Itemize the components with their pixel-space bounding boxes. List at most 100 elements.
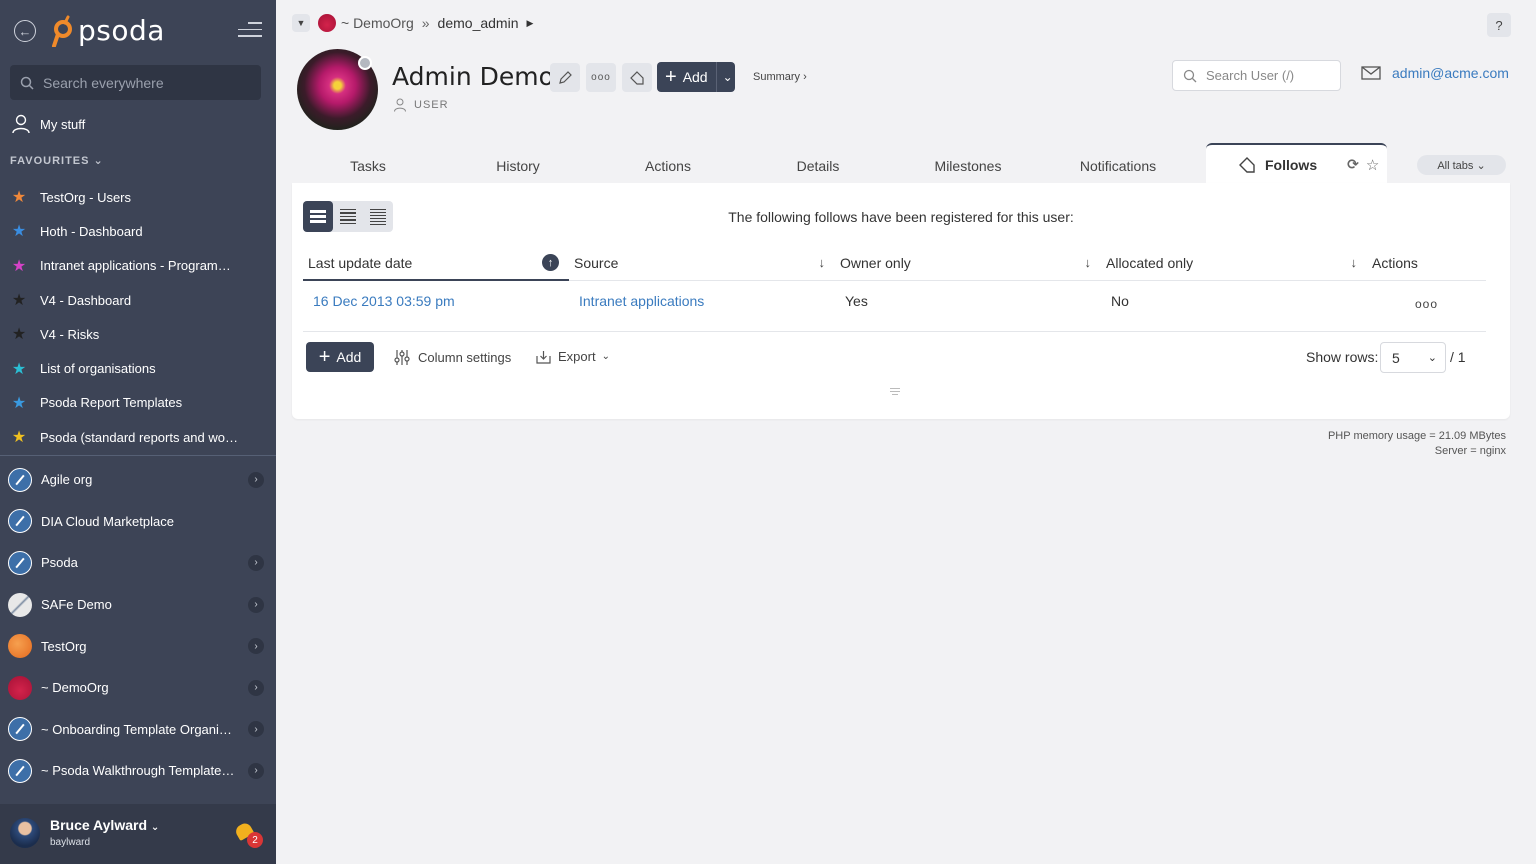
chevron-right-icon[interactable]: ›	[248, 679, 264, 696]
help-button[interactable]: ?	[1487, 13, 1511, 37]
sort-arrow-icon[interactable]: ↓	[1085, 255, 1092, 270]
favourite-item-label: V4 - Risks	[40, 326, 100, 342]
favourite-item-label: TestOrg - Users	[40, 189, 132, 205]
sidebar-header: ← psoda	[0, 0, 276, 62]
chevron-right-icon[interactable]: ›	[248, 638, 264, 655]
resize-handle[interactable]	[890, 388, 900, 397]
collapse-menu-icon[interactable]	[238, 22, 262, 38]
export-button[interactable]: Export ⌄	[536, 349, 610, 364]
psoda-logo[interactable]: psoda	[50, 14, 165, 47]
search-user-placeholder: Search User (/)	[1206, 68, 1295, 83]
tab-notifications[interactable]: Notifications	[1043, 145, 1193, 183]
breadcrumb-dropdown-button[interactable]: ▼	[292, 14, 310, 32]
chevron-right-icon[interactable]: ›	[248, 554, 264, 571]
favourite-item[interactable]: ★ Psoda Report Templates	[10, 386, 270, 420]
column-header-source[interactable]: Source ↓	[569, 245, 835, 280]
org-logo-icon	[8, 675, 32, 700]
star-icon[interactable]: ☆	[1366, 156, 1379, 174]
caret-right-icon[interactable]: ▶	[526, 18, 533, 29]
button-divider	[715, 62, 717, 92]
org-pen-icon	[8, 758, 32, 783]
sidebar-org-item[interactable]: Psoda ›	[8, 542, 270, 584]
tab-history[interactable]: History	[443, 145, 593, 183]
tab-milestones[interactable]: Milestones	[893, 145, 1043, 183]
more-options-button[interactable]: ooo	[586, 63, 616, 92]
my-stuff-link[interactable]: My stuff	[12, 114, 85, 134]
favourite-item[interactable]: ★ Hoth - Dashboard	[10, 214, 270, 248]
table-header: Last update date ↑ Source ↓ Owner only ↓ Al…	[303, 245, 1486, 281]
favourite-item-label: V4 - Dashboard	[40, 292, 132, 308]
tab-details[interactable]: Details	[743, 145, 893, 183]
follows-panel: The following follows have been register…	[292, 183, 1510, 419]
my-stuff-label: My stuff	[40, 116, 86, 132]
favourite-item-label: List of organisations	[40, 361, 156, 377]
column-header-allocated-only[interactable]: Allocated only ↓	[1101, 245, 1367, 280]
chevron-right-icon[interactable]: ›	[248, 762, 264, 779]
follows-table: Last update date ↑ Source ↓ Owner only ↓ Al…	[303, 245, 1486, 332]
tab-tasks[interactable]: Tasks	[293, 145, 443, 183]
sidebar-org-item[interactable]: Agile org ›	[8, 459, 270, 501]
tab-bar: Tasks History Actions Details Milestones Noti…	[293, 145, 1193, 183]
tab-follows-label: Follows	[1265, 156, 1318, 173]
summary-link[interactable]: Summary ›	[753, 71, 807, 83]
sidebar-divider	[0, 455, 276, 456]
favourite-item[interactable]: ★ TestOrg - Users	[10, 180, 270, 214]
envelope-icon	[1361, 66, 1381, 80]
favourites-list: ★ TestOrg - Users ★ Hoth - Dashboard ★ Intran…	[10, 180, 270, 454]
page-title: Admin Demo	[392, 62, 554, 91]
favourite-item[interactable]: ★ Psoda (standard reports and work...	[10, 420, 270, 454]
notifications-button[interactable]: 2	[233, 820, 263, 848]
sidebar-org-item[interactable]: DIA Cloud Marketplace	[8, 501, 270, 543]
favourite-item[interactable]: ★ Intranet applications - Programme...	[10, 249, 270, 283]
favourites-heading[interactable]: FAVOURITES ⌄	[10, 154, 104, 167]
tag-icon	[630, 70, 644, 85]
add-dropdown-button[interactable]: + Add ⌄	[657, 62, 735, 92]
column-header-last-update-date[interactable]: Last update date ↑	[303, 245, 569, 281]
row-actions-icon[interactable]: ooo	[1367, 281, 1486, 331]
favourite-item[interactable]: ★ V4 - Dashboard	[10, 283, 270, 317]
back-icon[interactable]: ←	[14, 20, 36, 42]
all-tabs-button[interactable]: All tabs ⌄	[1417, 155, 1506, 175]
breadcrumb-separator: »	[421, 15, 430, 31]
sidebar-org-label: ~ Onboarding Template Organisa...	[41, 721, 236, 737]
favourite-item[interactable]: ★ V4 - Risks	[10, 317, 270, 351]
chevron-right-icon[interactable]: ›	[248, 596, 264, 613]
current-user-name[interactable]: Bruce Aylward ⌄	[50, 817, 159, 833]
sort-ascending-icon[interactable]: ↑	[542, 254, 559, 271]
breadcrumb-org-link[interactable]: ~ DemoOrg	[341, 15, 414, 31]
sidebar-org-item[interactable]: SAFe Demo ›	[8, 584, 270, 626]
cell-source-link[interactable]: Intranet applications	[569, 281, 835, 331]
org-logo-icon	[8, 634, 32, 659]
server-info: PHP memory usage = 21.09 MBytes Server =…	[1328, 429, 1506, 459]
sidebar-org-label: Psoda	[41, 555, 78, 571]
follow-button[interactable]	[622, 63, 652, 92]
sort-arrow-icon[interactable]: ↓	[1351, 255, 1358, 270]
chevron-right-icon[interactable]: ›	[248, 721, 264, 738]
email-link[interactable]: admin@acme.com	[1361, 65, 1509, 81]
sidebar-org-label: TestOrg	[41, 638, 87, 654]
refresh-icon[interactable]: ⟳	[1347, 156, 1359, 173]
chevron-right-icon[interactable]: ›	[248, 471, 264, 488]
user-menu[interactable]: Bruce Aylward ⌄ baylward 2	[0, 804, 276, 864]
sidebar-org-item[interactable]: TestOrg ›	[8, 625, 270, 667]
add-follow-button[interactable]: + Add	[306, 342, 374, 372]
cell-date-link[interactable]: 16 Dec 2013 03:59 pm	[303, 281, 569, 331]
avatar	[10, 818, 40, 848]
sidebar-org-item[interactable]: ~ DemoOrg ›	[8, 667, 270, 709]
plus-icon: +	[665, 66, 677, 88]
search-user-input[interactable]: Search User (/)	[1172, 60, 1341, 91]
tab-follows[interactable]: Follows ⟳ ☆	[1206, 143, 1387, 184]
favourite-item[interactable]: ★ List of organisations	[10, 351, 270, 385]
search-everywhere-input[interactable]: Search everywhere	[10, 65, 261, 100]
sidebar-org-item[interactable]: ~ Onboarding Template Organisa... ›	[8, 709, 270, 751]
edit-button[interactable]	[550, 63, 580, 92]
page-scrollbar[interactable]	[1526, 0, 1536, 864]
column-settings-button[interactable]: Column settings	[394, 349, 511, 366]
sort-arrow-icon[interactable]: ↓	[819, 255, 826, 270]
cell-allocated-only: No	[1111, 293, 1129, 309]
sidebar: ← psoda Search everywhere My stuff FAVOU…	[0, 0, 276, 864]
sidebar-org-item[interactable]: ~ Psoda Walkthrough Template P... ›	[8, 750, 270, 792]
rows-per-page-select[interactable]: 5 ⌄	[1380, 342, 1446, 373]
tab-actions[interactable]: Actions	[593, 145, 743, 183]
column-header-owner-only[interactable]: Owner only ↓	[835, 245, 1101, 280]
